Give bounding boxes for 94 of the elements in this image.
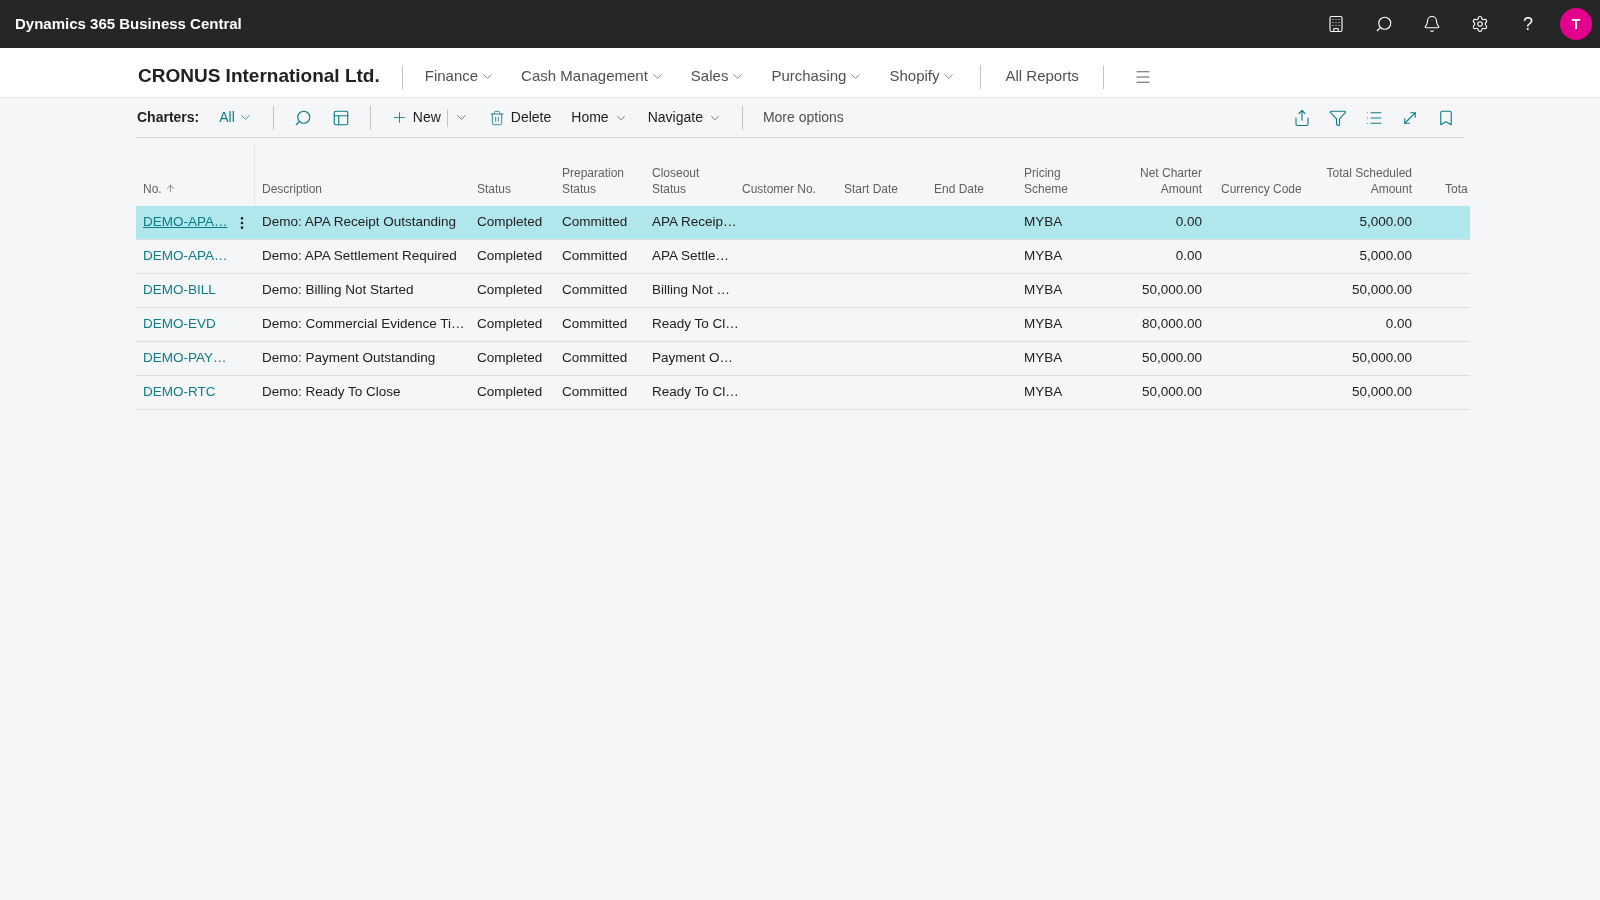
table-cell-text: 50,000.00 (1141, 281, 1202, 300)
table-cell-text: 50,000.00 (1351, 349, 1412, 368)
table-cell-text: Demo: APA Receipt Outstanding (262, 213, 457, 232)
table-cell-text: 50,000.00 (1351, 383, 1412, 402)
table-cell-text: 5,000.00 (1359, 213, 1412, 232)
bookmark-icon[interactable] (1437, 108, 1455, 127)
column-header[interactable]: No. (143, 181, 176, 197)
table-cell-text: Committed (562, 349, 628, 368)
record-link[interactable]: DEMO-BILL (143, 280, 216, 301)
page-title: Charters: (137, 108, 200, 127)
table-cell-text: Committed (562, 315, 628, 334)
column-header[interactable]: Total Scheduled Amount (1312, 165, 1412, 197)
column-header[interactable]: Status (477, 181, 512, 197)
table-cell-text: 0.00 (1175, 213, 1202, 232)
column-header[interactable]: Currency Code (1221, 181, 1302, 197)
nav-menu[interactable]: Shopify (889, 65, 957, 88)
table-cell-text: 50,000.00 (1141, 383, 1202, 402)
table-cell-text: MYBA (1024, 383, 1063, 402)
table-cell-text: Demo: Billing Not Started (262, 281, 414, 300)
more-options-button[interactable]: More options (762, 107, 844, 128)
column-header[interactable]: Net Charter Amount (1122, 165, 1202, 197)
table-cell-text: APA Receip… (652, 213, 737, 232)
table-cell-text: 50,000.00 (1351, 281, 1412, 300)
table-cell-text: APA Settle… (652, 247, 730, 266)
table-cell-text: Billing Not … (652, 281, 731, 300)
table-cell-text: Ready To Cl… (652, 383, 739, 402)
panel-icon[interactable] (331, 108, 350, 127)
table-cell-text: MYBA (1024, 349, 1063, 368)
table-row[interactable]: DEMO-PAY… Demo: Payment Outstanding Completed Committed Payment O… MYBA 50,000.00 50,000.00 (136, 342, 1470, 376)
menu-button[interactable]: Navigate (647, 107, 722, 128)
nav-menu[interactable]: Finance (424, 65, 496, 88)
column-header[interactable]: Tota (1445, 181, 1468, 197)
record-link[interactable]: DEMO-EVD (143, 314, 216, 335)
table-cell-text: Demo: APA Settlement Required (262, 247, 457, 266)
app-title: Dynamics 365 Business Central (14, 13, 242, 34)
record-link[interactable]: DEMO-APA… (143, 212, 228, 233)
table-cell-text: 0.00 (1175, 247, 1202, 266)
bell-icon[interactable] (1423, 15, 1441, 33)
arrow-up-icon (164, 183, 176, 194)
menu-button[interactable]: Home (571, 107, 628, 128)
filter-icon[interactable] (1329, 108, 1347, 127)
table-cell-text: Completed (477, 247, 543, 266)
nav-menu[interactable]: Sales (690, 65, 746, 88)
view-selector[interactable]: All (219, 107, 253, 128)
table-cell-text: Completed (477, 281, 543, 300)
table-cell-text: 0.00 (1385, 315, 1412, 334)
table-cell-text: MYBA (1024, 315, 1063, 334)
table-cell-text: Completed (477, 213, 543, 232)
column-header[interactable]: Start Date (844, 181, 899, 197)
table-cell-text: Payment O… (652, 349, 734, 368)
table-cell-text: Committed (562, 383, 628, 402)
column-header[interactable]: Preparation Status (562, 165, 642, 197)
share-icon[interactable] (1293, 108, 1311, 127)
table-cell-text: Committed (562, 281, 628, 300)
table-row[interactable]: DEMO-EVD Demo: Commercial Evidence Ti… Completed Committed Ready To Cl… MYBA 80,000.00 0.00 (136, 308, 1470, 342)
table-cell-text: 80,000.00 (1141, 315, 1202, 334)
settings-icon[interactable] (1471, 15, 1489, 33)
avatar[interactable]: T (1560, 8, 1592, 40)
table-cell-text: Demo: Commercial Evidence Ti… (262, 315, 465, 334)
nav-menu[interactable]: Purchasing (771, 65, 864, 88)
record-link[interactable]: DEMO-PAY… (143, 348, 227, 369)
table-cell-text: MYBA (1024, 281, 1063, 300)
table-cell-text: Committed (562, 213, 628, 232)
table-row[interactable]: DEMO-APA… Demo: APA Settlement Required Completed Committed APA Settle… MYBA 0.00 5,000.00 (136, 240, 1470, 274)
company-name[interactable]: CRONUS International Ltd. (138, 62, 380, 91)
building-icon[interactable] (1327, 15, 1345, 33)
table-cell-text: Demo: Ready To Close (262, 383, 401, 402)
table-row[interactable]: DEMO-BILL Demo: Billing Not Started Completed Committed Billing Not … MYBA 50,000.00 50,000.00 (136, 274, 1470, 308)
table-row[interactable]: DEMO-APA… Demo: APA Receipt Outstanding Completed Committed APA Receip… MYBA 0.00 5,000.00 (136, 206, 1470, 240)
table-cell-text: Ready To Cl… (652, 315, 739, 334)
nav-menu[interactable]: Cash Management (521, 65, 665, 88)
column-header[interactable]: Closeout Status (652, 165, 722, 197)
record-link[interactable]: DEMO-APA… (143, 246, 228, 267)
table-cell-text: Demo: Payment Outstanding (262, 349, 436, 368)
column-header[interactable]: Description (262, 181, 323, 197)
table-cell-text: Committed (562, 247, 628, 266)
table-cell-text: MYBA (1024, 247, 1063, 266)
trash-icon (488, 109, 505, 126)
table-cell-text: Completed (477, 349, 543, 368)
table-cell-text: 5,000.00 (1359, 247, 1412, 266)
help-button[interactable]: ? (1523, 15, 1533, 33)
table-cell-text: MYBA (1024, 213, 1063, 232)
column-header[interactable]: End Date (934, 181, 985, 197)
delete-button[interactable]: Delete (488, 107, 552, 128)
table-cell-text: Completed (477, 383, 543, 402)
record-link[interactable]: DEMO-RTC (143, 382, 216, 403)
column-header[interactable]: Pricing Scheme (1024, 165, 1084, 197)
table-cell-text: 50,000.00 (1141, 349, 1202, 368)
table-row[interactable]: DEMO-RTC Demo: Ready To Close Completed Committed Ready To Cl… MYBA 50,000.00 50,000.00 (136, 376, 1470, 410)
new-button[interactable]: New (390, 107, 441, 128)
table-cell-text: Completed (477, 315, 543, 334)
nav-link[interactable]: All Reports (1005, 65, 1079, 88)
search-icon[interactable] (1375, 15, 1393, 33)
column-header[interactable]: Customer No. (742, 181, 817, 197)
